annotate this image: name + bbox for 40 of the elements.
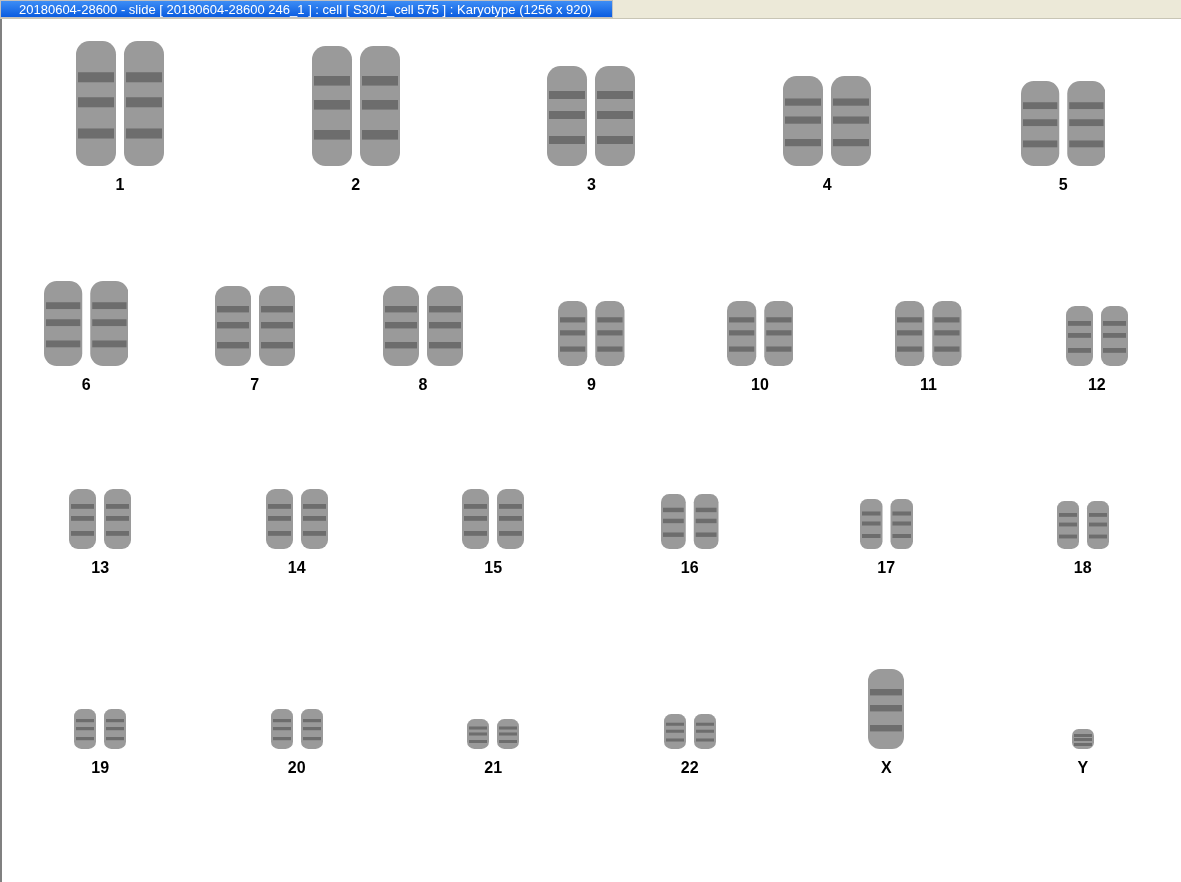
chromosome-label: 10 [751, 376, 769, 394]
chromosome-label: 7 [250, 376, 260, 394]
chromosome-drawing [1071, 729, 1094, 749]
chromosome-label: 6 [81, 376, 91, 394]
chromosome-label: 9 [587, 376, 596, 394]
chromosome-label: X [880, 759, 892, 777]
chromosome-label: 8 [418, 376, 428, 394]
chromosome-pair-drawing [661, 494, 719, 549]
window-title: 20180604-28600 - slide [ 20180604-28600 246_1 ] : cell [ S30/1_cell 575 ] : Karyotype (1256 x 920) [0, 0, 614, 18]
chromosome-label: 20 [287, 759, 306, 777]
chromosome-label: Y [1077, 759, 1089, 777]
chromosome-pair-drawing [1065, 306, 1128, 366]
chromosome-label: 4 [822, 176, 832, 194]
chromosome-pair-drawing [1056, 501, 1109, 549]
chromosome-label: 1 [115, 176, 125, 194]
chromosome-pair-drawing [74, 709, 127, 749]
chromosome-pair-drawing [726, 301, 794, 366]
chromosome-pair-drawing [859, 499, 913, 549]
chromosome-pair-drawing [895, 301, 962, 366]
chromosome-pair-drawing [467, 719, 520, 749]
chromosome-label: 12 [1087, 376, 1106, 394]
chromosome-label: 18 [1073, 559, 1092, 577]
chromosome-label: 5 [1058, 176, 1068, 194]
chromosome-pair-drawing [558, 301, 625, 366]
chromosome-pair-drawing [663, 714, 716, 749]
chromosome-label: 13 [91, 559, 110, 577]
chromosome-pair-drawing [69, 489, 132, 549]
chromosome-pair-drawing [270, 709, 323, 749]
chromosome-label: 2 [351, 176, 361, 194]
chromosome-pair-drawing [265, 489, 328, 549]
chromosome-label: 11 [919, 376, 937, 394]
chromosome-label: 14 [287, 559, 306, 577]
chromosome-label: 16 [680, 559, 699, 577]
chromosome-label: 21 [484, 759, 503, 777]
chromosome-label: 22 [680, 759, 699, 777]
chromosome-label: 17 [877, 559, 896, 577]
chromosome-label: 15 [484, 559, 503, 577]
chromosome-label: 3 [587, 176, 596, 194]
chromosome-pair-drawing [462, 489, 525, 549]
chromosome-label: 19 [91, 759, 110, 777]
